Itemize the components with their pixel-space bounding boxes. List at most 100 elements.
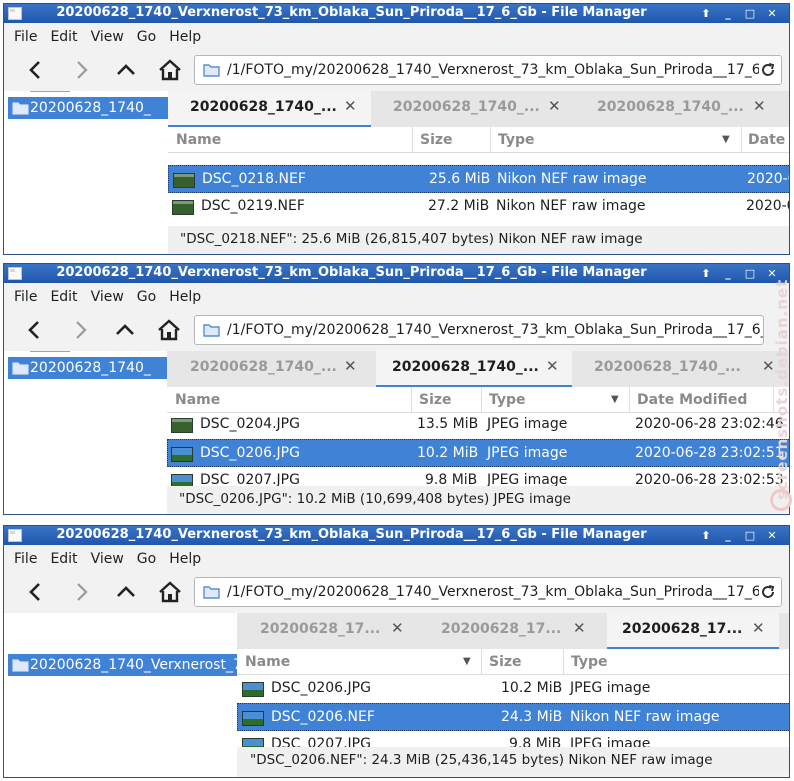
back-button[interactable] xyxy=(19,55,53,85)
menu-view[interactable]: View xyxy=(91,29,124,45)
column-name[interactable]: Name xyxy=(175,392,220,408)
home-icon xyxy=(159,581,181,603)
home-button[interactable] xyxy=(152,55,186,85)
menu-go[interactable]: Go xyxy=(137,289,156,305)
close-icon[interactable]: ✕ xyxy=(573,619,586,637)
tab-3[interactable]: 20200628_17... ✕ xyxy=(607,613,779,650)
toolbar: /1/FOTO_my/20200628_1740_Verxnerost_73_k… xyxy=(4,311,789,349)
forward-button[interactable] xyxy=(63,315,97,345)
column-type[interactable]: Type xyxy=(571,654,608,670)
back-button[interactable] xyxy=(19,577,53,607)
back-button[interactable] xyxy=(18,315,52,345)
table-row[interactable]: DSC_0206.JPG 10.2 MiB JPEG image 2020-06… xyxy=(167,439,789,467)
minimize-button[interactable]: _ xyxy=(720,6,736,21)
table-row[interactable]: DSC_0206.JPG 10.2 MiB JPEG image xyxy=(237,675,789,703)
pin-icon[interactable]: ⬆ xyxy=(698,6,714,21)
refresh-icon[interactable] xyxy=(759,61,777,79)
close-icon[interactable]: ✕ xyxy=(752,619,765,637)
tab-2[interactable]: 20200628_17... ✕ xyxy=(418,613,607,650)
tab-2[interactable]: 20200628_1740_... ✕ xyxy=(376,351,572,388)
close-icon[interactable]: ✕ xyxy=(546,357,559,375)
table-row[interactable]: DSC_0206.NEF 24.3 MiB Nikon NEF raw imag… xyxy=(237,703,789,731)
title-bar[interactable]: 20200628_1740_Verxnerost_73_km_Oblaka_Su… xyxy=(4,264,789,283)
side-item-current-folder[interactable]: 20200628_1740_Verxnerost_7 xyxy=(8,654,237,676)
path-input[interactable]: /1/FOTO_my/20200628_1740_Verxnerost_73_k… xyxy=(227,322,763,338)
column-header: Name Size Type ▼ Date xyxy=(168,127,789,153)
column-size[interactable]: Size xyxy=(489,654,522,670)
column-date[interactable]: Date xyxy=(748,132,785,148)
column-size[interactable]: Size xyxy=(420,132,453,148)
tab-1[interactable]: 20200628_17... ✕ xyxy=(237,613,418,650)
file-name: DSC_0207.JPG xyxy=(200,472,300,486)
forward-button[interactable] xyxy=(64,577,98,607)
tab-1[interactable]: 20200628_1740_... ✕ xyxy=(167,351,376,388)
status-text: "DSC_0206.NEF": 24.3 MiB (25,436,145 byt… xyxy=(250,752,713,768)
menu-edit[interactable]: Edit xyxy=(50,29,77,45)
column-name[interactable]: Name xyxy=(245,654,290,670)
tab-bar: 20200628_17... ✕ 20200628_17... ✕ 202006… xyxy=(237,613,789,651)
table-row[interactable]: DSC_0219.NEF 27.2 MiB Nikon NEF raw imag… xyxy=(168,193,789,221)
home-button[interactable] xyxy=(152,577,186,607)
column-type[interactable]: Type xyxy=(498,132,535,148)
menu-file[interactable]: File xyxy=(14,551,37,567)
column-date[interactable]: Date Modified xyxy=(637,392,747,408)
path-bar[interactable]: /1/FOTO_my/20200628_1740_Verxnerost_73_k… xyxy=(194,577,782,607)
menu-help[interactable]: Help xyxy=(169,551,201,567)
table-row[interactable]: DSC_0207.JPG 9.8 MiB JPEG image 2020-06-… xyxy=(167,467,789,486)
pin-icon[interactable]: ⬆ xyxy=(698,266,714,281)
tab-3[interactable]: 20200628_1740_... ✕ xyxy=(575,91,789,128)
title-bar[interactable]: 20200628_1740_Verxnerost_73_km_Oblaka_Su… xyxy=(4,526,789,545)
menu-edit[interactable]: Edit xyxy=(50,551,77,567)
file-type: JPEG image xyxy=(487,416,568,432)
tab-3[interactable]: 20200628_1740_... ✕ xyxy=(572,351,789,388)
home-button[interactable] xyxy=(151,315,185,345)
menu-help[interactable]: Help xyxy=(169,29,201,45)
side-item-current-folder[interactable]: 20200628_1740_ xyxy=(8,97,168,119)
close-icon[interactable]: ✕ xyxy=(344,357,357,375)
column-name[interactable]: Name xyxy=(176,132,221,148)
tab-2[interactable]: 20200628_1740_... ✕ xyxy=(371,91,575,128)
up-button[interactable] xyxy=(109,55,143,85)
table-row[interactable]: DSC_0207.JPG 9.8 MiB JPEG image xyxy=(237,731,789,747)
menu-view[interactable]: View xyxy=(91,289,124,305)
column-size[interactable]: Size xyxy=(419,392,452,408)
up-button[interactable] xyxy=(109,577,143,607)
pin-icon[interactable]: ⬆ xyxy=(698,528,714,543)
menu-file[interactable]: File xyxy=(14,29,37,45)
title-bar[interactable]: 20200628_1740_Verxnerost_73_km_Oblaka_Su… xyxy=(4,4,789,23)
menu-go[interactable]: Go xyxy=(137,29,156,45)
path-bar[interactable]: /1/FOTO_my/20200628_1740_Verxnerost_73_k… xyxy=(194,55,782,85)
close-icon[interactable]: ✕ xyxy=(753,97,766,115)
close-window-button[interactable]: ✕ xyxy=(764,6,780,21)
table-row[interactable]: DSC_0204.JPG 13.5 MiB JPEG image 2020-06… xyxy=(167,411,789,439)
side-item-current-folder[interactable]: 20200628_1740_ xyxy=(8,357,167,379)
column-type[interactable]: Type xyxy=(489,392,526,408)
file-date: 2020-06-28 23:02:46 xyxy=(635,416,784,432)
close-icon[interactable]: ✕ xyxy=(391,619,404,637)
menu-view[interactable]: View xyxy=(91,551,124,567)
close-icon[interactable]: ✕ xyxy=(344,97,357,115)
path-input[interactable]: /1/FOTO_my/20200628_1740_Verxnerost_73_k… xyxy=(227,584,759,600)
menu-go[interactable]: Go xyxy=(137,551,156,567)
minimize-button[interactable]: _ xyxy=(720,528,736,543)
close-icon[interactable]: ✕ xyxy=(548,97,561,115)
forward-button[interactable] xyxy=(64,55,98,85)
menu-file[interactable]: File xyxy=(14,289,37,305)
refresh-icon[interactable] xyxy=(759,583,777,601)
maximize-button[interactable]: □ xyxy=(742,528,758,543)
minimize-button[interactable]: _ xyxy=(720,266,736,281)
column-separator xyxy=(563,649,564,675)
table-row[interactable]: DSC_0218.NEF 25.6 MiB Nikon NEF raw imag… xyxy=(168,165,789,193)
menu-edit[interactable]: Edit xyxy=(50,289,77,305)
tab-label: 20200628_17... xyxy=(260,621,381,637)
path-input[interactable]: /1/FOTO_my/20200628_1740_Verxnerost_73_k… xyxy=(227,62,759,78)
tab-label: 20200628_1740_... xyxy=(597,99,744,115)
image-thumbnail xyxy=(171,447,193,462)
maximize-button[interactable]: □ xyxy=(742,6,758,21)
menu-help[interactable]: Help xyxy=(169,289,201,305)
tab-1[interactable]: 20200628_1740_... ✕ xyxy=(168,91,371,128)
up-button[interactable] xyxy=(108,315,142,345)
path-bar[interactable]: /1/FOTO_my/20200628_1740_Verxnerost_73_k… xyxy=(194,315,764,345)
close-window-button[interactable]: ✕ xyxy=(764,528,780,543)
maximize-button[interactable]: □ xyxy=(742,266,758,281)
